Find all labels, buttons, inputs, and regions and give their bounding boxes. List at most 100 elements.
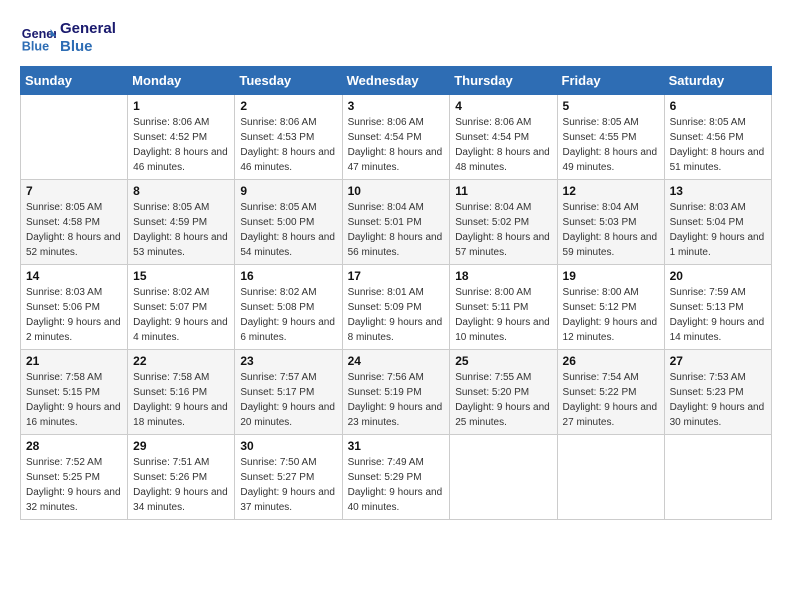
- day-number: 31: [348, 439, 445, 453]
- day-info: Sunrise: 7:58 AMSunset: 5:15 PMDaylight:…: [26, 370, 122, 430]
- day-number: 10: [348, 184, 445, 198]
- page-header: General Blue General Blue: [20, 20, 772, 56]
- day-info: Sunrise: 7:49 AMSunset: 5:29 PMDaylight:…: [348, 455, 445, 515]
- calendar-cell: 19 Sunrise: 8:00 AMSunset: 5:12 PMDaylig…: [557, 265, 664, 350]
- day-info: Sunrise: 8:05 AMSunset: 4:59 PMDaylight:…: [133, 200, 229, 260]
- weekday-header-friday: Friday: [557, 67, 664, 95]
- calendar-cell: [450, 435, 557, 520]
- day-number: 25: [455, 354, 551, 368]
- calendar-cell: 13 Sunrise: 8:03 AMSunset: 5:04 PMDaylig…: [664, 180, 771, 265]
- calendar-week-row: 21 Sunrise: 7:58 AMSunset: 5:15 PMDaylig…: [21, 350, 772, 435]
- day-number: 20: [670, 269, 766, 283]
- day-info: Sunrise: 8:00 AMSunset: 5:11 PMDaylight:…: [455, 285, 551, 345]
- day-info: Sunrise: 7:54 AMSunset: 5:22 PMDaylight:…: [563, 370, 659, 430]
- calendar-cell: 2 Sunrise: 8:06 AMSunset: 4:53 PMDayligh…: [235, 95, 342, 180]
- weekday-header-thursday: Thursday: [450, 67, 557, 95]
- day-info: Sunrise: 8:05 AMSunset: 4:55 PMDaylight:…: [563, 115, 659, 175]
- day-info: Sunrise: 8:04 AMSunset: 5:03 PMDaylight:…: [563, 200, 659, 260]
- calendar-cell: 26 Sunrise: 7:54 AMSunset: 5:22 PMDaylig…: [557, 350, 664, 435]
- logo: General Blue General Blue: [20, 20, 116, 56]
- day-info: Sunrise: 8:06 AMSunset: 4:52 PMDaylight:…: [133, 115, 229, 175]
- day-info: Sunrise: 7:59 AMSunset: 5:13 PMDaylight:…: [670, 285, 766, 345]
- day-info: Sunrise: 8:06 AMSunset: 4:54 PMDaylight:…: [455, 115, 551, 175]
- day-number: 27: [670, 354, 766, 368]
- calendar-cell: 27 Sunrise: 7:53 AMSunset: 5:23 PMDaylig…: [664, 350, 771, 435]
- day-info: Sunrise: 8:01 AMSunset: 5:09 PMDaylight:…: [348, 285, 445, 345]
- day-number: 1: [133, 99, 229, 113]
- day-info: Sunrise: 7:53 AMSunset: 5:23 PMDaylight:…: [670, 370, 766, 430]
- svg-text:Blue: Blue: [22, 40, 49, 54]
- day-info: Sunrise: 8:02 AMSunset: 5:07 PMDaylight:…: [133, 285, 229, 345]
- day-info: Sunrise: 8:06 AMSunset: 4:53 PMDaylight:…: [240, 115, 336, 175]
- day-number: 21: [26, 354, 122, 368]
- calendar-header-row: SundayMondayTuesdayWednesdayThursdayFrid…: [21, 67, 772, 95]
- calendar-cell: [557, 435, 664, 520]
- day-number: 12: [563, 184, 659, 198]
- weekday-header-sunday: Sunday: [21, 67, 128, 95]
- calendar-cell: 1 Sunrise: 8:06 AMSunset: 4:52 PMDayligh…: [128, 95, 235, 180]
- calendar-cell: 25 Sunrise: 7:55 AMSunset: 5:20 PMDaylig…: [450, 350, 557, 435]
- day-number: 19: [563, 269, 659, 283]
- day-number: 30: [240, 439, 336, 453]
- calendar-cell: 30 Sunrise: 7:50 AMSunset: 5:27 PMDaylig…: [235, 435, 342, 520]
- calendar-cell: 31 Sunrise: 7:49 AMSunset: 5:29 PMDaylig…: [342, 435, 450, 520]
- day-info: Sunrise: 7:57 AMSunset: 5:17 PMDaylight:…: [240, 370, 336, 430]
- calendar-cell: 20 Sunrise: 7:59 AMSunset: 5:13 PMDaylig…: [664, 265, 771, 350]
- weekday-header-saturday: Saturday: [664, 67, 771, 95]
- calendar-week-row: 1 Sunrise: 8:06 AMSunset: 4:52 PMDayligh…: [21, 95, 772, 180]
- calendar-cell: 7 Sunrise: 8:05 AMSunset: 4:58 PMDayligh…: [21, 180, 128, 265]
- day-info: Sunrise: 7:50 AMSunset: 5:27 PMDaylight:…: [240, 455, 336, 515]
- day-number: 7: [26, 184, 122, 198]
- day-number: 14: [26, 269, 122, 283]
- weekday-header-wednesday: Wednesday: [342, 67, 450, 95]
- calendar-cell: 8 Sunrise: 8:05 AMSunset: 4:59 PMDayligh…: [128, 180, 235, 265]
- calendar-cell: 22 Sunrise: 7:58 AMSunset: 5:16 PMDaylig…: [128, 350, 235, 435]
- calendar-cell: 29 Sunrise: 7:51 AMSunset: 5:26 PMDaylig…: [128, 435, 235, 520]
- calendar-week-row: 28 Sunrise: 7:52 AMSunset: 5:25 PMDaylig…: [21, 435, 772, 520]
- day-number: 28: [26, 439, 122, 453]
- day-number: 3: [348, 99, 445, 113]
- day-info: Sunrise: 8:05 AMSunset: 4:56 PMDaylight:…: [670, 115, 766, 175]
- calendar-cell: 3 Sunrise: 8:06 AMSunset: 4:54 PMDayligh…: [342, 95, 450, 180]
- logo-text: General Blue: [60, 20, 116, 56]
- day-number: 15: [133, 269, 229, 283]
- calendar-cell: 9 Sunrise: 8:05 AMSunset: 5:00 PMDayligh…: [235, 180, 342, 265]
- day-info: Sunrise: 8:03 AMSunset: 5:06 PMDaylight:…: [26, 285, 122, 345]
- logo-icon: General Blue: [20, 20, 56, 56]
- day-info: Sunrise: 8:05 AMSunset: 5:00 PMDaylight:…: [240, 200, 336, 260]
- calendar-cell: 18 Sunrise: 8:00 AMSunset: 5:11 PMDaylig…: [450, 265, 557, 350]
- calendar-cell: 15 Sunrise: 8:02 AMSunset: 5:07 PMDaylig…: [128, 265, 235, 350]
- day-number: 5: [563, 99, 659, 113]
- calendar-week-row: 7 Sunrise: 8:05 AMSunset: 4:58 PMDayligh…: [21, 180, 772, 265]
- day-number: 6: [670, 99, 766, 113]
- day-info: Sunrise: 8:03 AMSunset: 5:04 PMDaylight:…: [670, 200, 766, 260]
- day-info: Sunrise: 8:02 AMSunset: 5:08 PMDaylight:…: [240, 285, 336, 345]
- day-number: 16: [240, 269, 336, 283]
- day-info: Sunrise: 8:06 AMSunset: 4:54 PMDaylight:…: [348, 115, 445, 175]
- day-info: Sunrise: 8:00 AMSunset: 5:12 PMDaylight:…: [563, 285, 659, 345]
- calendar-cell: 12 Sunrise: 8:04 AMSunset: 5:03 PMDaylig…: [557, 180, 664, 265]
- calendar-cell: 11 Sunrise: 8:04 AMSunset: 5:02 PMDaylig…: [450, 180, 557, 265]
- day-info: Sunrise: 7:56 AMSunset: 5:19 PMDaylight:…: [348, 370, 445, 430]
- day-number: 23: [240, 354, 336, 368]
- day-number: 24: [348, 354, 445, 368]
- calendar-cell: 6 Sunrise: 8:05 AMSunset: 4:56 PMDayligh…: [664, 95, 771, 180]
- day-number: 13: [670, 184, 766, 198]
- day-info: Sunrise: 7:58 AMSunset: 5:16 PMDaylight:…: [133, 370, 229, 430]
- day-number: 22: [133, 354, 229, 368]
- weekday-header-monday: Monday: [128, 67, 235, 95]
- calendar-cell: 4 Sunrise: 8:06 AMSunset: 4:54 PMDayligh…: [450, 95, 557, 180]
- calendar-cell: 21 Sunrise: 7:58 AMSunset: 5:15 PMDaylig…: [21, 350, 128, 435]
- day-info: Sunrise: 7:51 AMSunset: 5:26 PMDaylight:…: [133, 455, 229, 515]
- calendar-cell: 16 Sunrise: 8:02 AMSunset: 5:08 PMDaylig…: [235, 265, 342, 350]
- calendar-cell: 23 Sunrise: 7:57 AMSunset: 5:17 PMDaylig…: [235, 350, 342, 435]
- day-info: Sunrise: 7:52 AMSunset: 5:25 PMDaylight:…: [26, 455, 122, 515]
- calendar-cell: 10 Sunrise: 8:04 AMSunset: 5:01 PMDaylig…: [342, 180, 450, 265]
- calendar-cell: 17 Sunrise: 8:01 AMSunset: 5:09 PMDaylig…: [342, 265, 450, 350]
- day-number: 18: [455, 269, 551, 283]
- calendar-cell: [21, 95, 128, 180]
- day-info: Sunrise: 7:55 AMSunset: 5:20 PMDaylight:…: [455, 370, 551, 430]
- calendar-table: SundayMondayTuesdayWednesdayThursdayFrid…: [20, 66, 772, 520]
- calendar-cell: 14 Sunrise: 8:03 AMSunset: 5:06 PMDaylig…: [21, 265, 128, 350]
- calendar-cell: 28 Sunrise: 7:52 AMSunset: 5:25 PMDaylig…: [21, 435, 128, 520]
